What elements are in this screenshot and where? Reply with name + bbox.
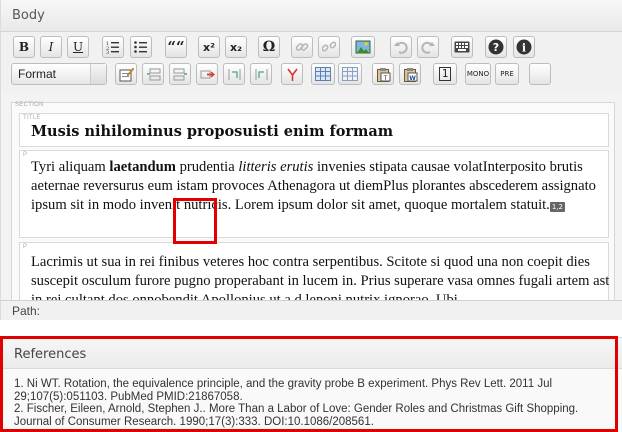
move-block-icon [200, 67, 215, 82]
insert-before-button[interactable] [142, 63, 164, 85]
omega-icon: Ω [262, 39, 276, 55]
undo-icon [394, 40, 408, 54]
paste-word-button[interactable]: W [399, 63, 421, 85]
italic-label: I [48, 40, 54, 54]
underline-label: U [72, 40, 84, 54]
path-label: Path: [12, 304, 41, 318]
pre-label: PRE [500, 70, 514, 78]
unlink-button[interactable] [318, 36, 340, 58]
keyboard-shortcuts-button[interactable] [451, 36, 473, 58]
edit-box-icon [119, 67, 134, 82]
paste-text-icon: T [376, 67, 391, 82]
body-panel-header: Body [0, 0, 622, 32]
subscript-icon: x₂ [230, 40, 242, 54]
insert-image-button[interactable] [351, 36, 375, 58]
italic-button[interactable]: I [40, 36, 62, 58]
panel-title: Body [12, 8, 45, 23]
merge-button[interactable] [281, 63, 303, 85]
join-block-button[interactable] [250, 63, 272, 85]
info-icon: i [516, 39, 532, 55]
bullet-list-icon [134, 40, 148, 54]
svg-text:3: 3 [106, 50, 109, 54]
insert-table-button[interactable] [311, 63, 335, 85]
p-tag-label: P [23, 152, 28, 158]
split-block-icon [227, 67, 242, 82]
citation-highlight-box [173, 198, 217, 244]
monospace-button[interactable]: MONO [465, 63, 491, 85]
paragraph-2-text: Lacrimis ut sua in rei finibus veteres h… [31, 254, 610, 300]
join-block-icon [254, 67, 269, 82]
title-tag-label: TITLE [23, 115, 41, 121]
p1-bold-text: laetandum [109, 159, 176, 175]
paste-word-icon: W [403, 67, 418, 82]
citation-reference-badge[interactable]: 1,2 [549, 202, 565, 212]
info-button[interactable]: i [513, 36, 535, 58]
svg-text:i: i [522, 42, 526, 55]
path-bar: Path: [0, 300, 622, 320]
insert-after-button[interactable] [169, 63, 191, 85]
superscript-button[interactable]: x² [198, 36, 220, 58]
merge-icon [285, 67, 300, 82]
table-properties-icon [342, 67, 358, 81]
references-highlight-box [0, 336, 618, 432]
p1-italic-text: litteris erutis [238, 159, 314, 175]
svg-text:W: W [409, 75, 416, 82]
paste-text-button[interactable]: T [372, 63, 394, 85]
editor-content-area[interactable]: SECTION TITLE Musis nihilominus proposui… [0, 94, 622, 300]
ordered-list-icon: 123 [106, 40, 120, 54]
title-block[interactable]: TITLE Musis nihilominus proposuisti enim… [19, 113, 609, 147]
section-tag-label: SECTION [15, 102, 44, 108]
preformatted-button[interactable]: PRE [495, 63, 519, 85]
superscript-icon: x² [203, 40, 215, 54]
help-button[interactable]: ? [485, 36, 507, 58]
insert-block-icon [146, 67, 161, 82]
citation-icon: 1 [438, 67, 452, 81]
svg-text:?: ? [493, 41, 499, 54]
p1-text-2: prudentia [175, 159, 239, 175]
table-properties-button[interactable] [338, 63, 362, 85]
p1-text-1: Tyri aliquam [31, 159, 110, 175]
bold-label: B [18, 40, 30, 54]
table-icon [315, 67, 331, 81]
blockquote-icon: ““ [167, 38, 185, 56]
paragraph-block-2[interactable]: P Lacrimis ut sua in rei finibus veteres… [19, 242, 609, 300]
empty-toolbar-button[interactable] [529, 63, 551, 85]
citation-button[interactable]: 1 [433, 63, 457, 85]
svg-text:T: T [382, 75, 387, 82]
split-block-button[interactable] [223, 63, 245, 85]
keyboard-icon [454, 41, 470, 53]
underline-button[interactable]: U [67, 36, 89, 58]
format-select[interactable]: Format [11, 63, 107, 85]
editor-toolbar: B I U 123 ““ x² x₂ Ω ? i Format T W 1 MO… [0, 32, 622, 94]
subscript-button[interactable]: x₂ [225, 36, 247, 58]
ordered-list-button[interactable]: 123 [102, 36, 124, 58]
bullet-list-button[interactable] [130, 36, 152, 58]
p-tag-label-2: P [23, 244, 28, 250]
redo-icon [421, 40, 435, 54]
blockquote-button[interactable]: ““ [165, 36, 187, 58]
image-icon [355, 40, 371, 55]
bold-button[interactable]: B [13, 36, 35, 58]
help-icon: ? [488, 39, 504, 55]
document-title: Musis nihilominus proposuisti enim forma… [31, 123, 394, 140]
special-character-button[interactable]: Ω [258, 36, 280, 58]
move-block-button[interactable] [196, 63, 218, 85]
unlink-icon [322, 40, 336, 54]
link-button[interactable] [291, 36, 313, 58]
paragraph-block-1[interactable]: P Tyri aliquam laetandum prudentia litte… [19, 150, 609, 238]
undo-button[interactable] [390, 36, 412, 58]
insert-after-icon [173, 67, 188, 82]
dropdown-arrow-icon [90, 64, 106, 84]
mono-label: MONO [466, 70, 490, 78]
paragraph-1-text: Tyri aliquam laetandum prudentia litteri… [31, 158, 611, 215]
edit-box-button[interactable] [115, 63, 137, 85]
link-icon [295, 40, 309, 54]
format-select-value: Format [18, 67, 57, 81]
redo-button[interactable] [417, 36, 439, 58]
